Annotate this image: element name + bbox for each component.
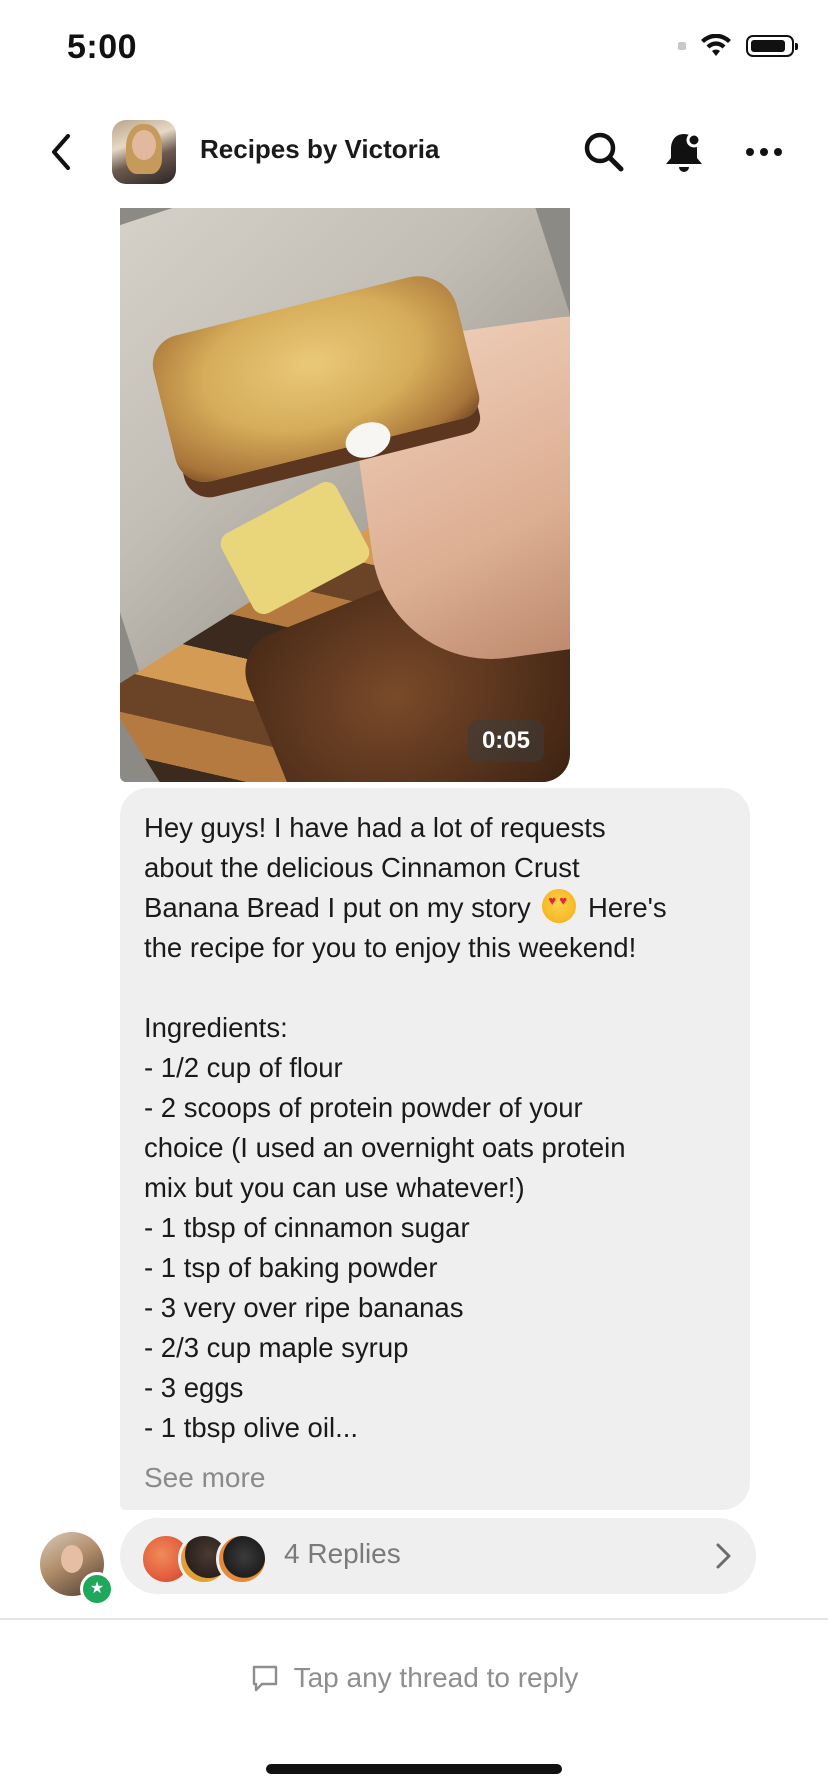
search-icon[interactable] [580, 128, 628, 176]
message-line-text: Banana Bread I put on my story [144, 892, 531, 923]
video-duration: 0:05 [467, 720, 544, 762]
reply-avatar [216, 1533, 268, 1585]
message-line: - 1 tbsp of cinnamon sugar [144, 1212, 470, 1243]
reply-hint-text: Tap any thread to reply [293, 1662, 579, 1693]
avatar-face [132, 130, 156, 160]
more-horizontal-icon[interactable] [740, 128, 788, 176]
replies-count-label: 4 Replies [284, 1538, 401, 1569]
message-line: Ingredients: [144, 1012, 288, 1043]
status-time: 5:00 [67, 28, 138, 66]
battery-icon [746, 35, 798, 57]
message-line: - 1 tbsp olive oil... [144, 1412, 358, 1443]
poster-avatar-face [61, 1545, 83, 1573]
chat-bubble-icon [252, 1665, 277, 1692]
message-line-suffix: Here's [588, 892, 667, 923]
signal-icon [678, 42, 686, 50]
heart-eyes-emoji [542, 889, 577, 923]
wifi-icon [701, 34, 731, 56]
message-line: - 1/2 cup of flour [144, 1052, 343, 1083]
message-line: - 2 scoops of protein powder of your [144, 1092, 583, 1123]
message-line: about the delicious Cinnamon Crust [144, 852, 580, 883]
message-bubble[interactable]: Hey guys! I have had a lot of requests a… [120, 788, 750, 1510]
see-more-link[interactable]: See more [144, 1462, 265, 1494]
channel-avatar[interactable] [112, 120, 176, 184]
message-line: - 3 very over ripe bananas [144, 1292, 464, 1323]
message-line: mix but you can use whatever!) [144, 1172, 525, 1203]
message-line: - 3 eggs [144, 1372, 244, 1403]
home-indicator [266, 1764, 562, 1774]
back-button[interactable] [44, 130, 80, 174]
channel-header: Recipes by Victoria [0, 108, 828, 198]
bell-icon[interactable] [660, 128, 708, 176]
video-thumbnail[interactable]: 0:05 [120, 208, 570, 782]
chevron-right-icon [716, 1543, 731, 1569]
channel-name[interactable]: Recipes by Victoria [200, 134, 439, 165]
message-line: - 1 tsp of baking powder [144, 1252, 438, 1283]
divider [0, 1618, 828, 1620]
message-line [144, 968, 726, 1008]
message-line: - 2/3 cup maple syrup [144, 1332, 409, 1363]
message-line: the recipe for you to enjoy this weekend… [144, 932, 637, 963]
reply-hint[interactable]: Tap any thread to reply [0, 1662, 828, 1694]
star-badge-icon: ★ [80, 1572, 114, 1606]
message-line: choice (I used an overnight oats protein [144, 1132, 626, 1163]
replies-button[interactable]: 4 Replies [120, 1518, 756, 1594]
status-icons [678, 34, 798, 58]
message-text: Hey guys! I have had a lot of requests a… [144, 808, 726, 1448]
message-line: Banana Bread I put on my story Here's [144, 888, 726, 928]
status-bar: 5:00 [0, 0, 828, 100]
message-line: Hey guys! I have had a lot of requests [144, 812, 606, 843]
